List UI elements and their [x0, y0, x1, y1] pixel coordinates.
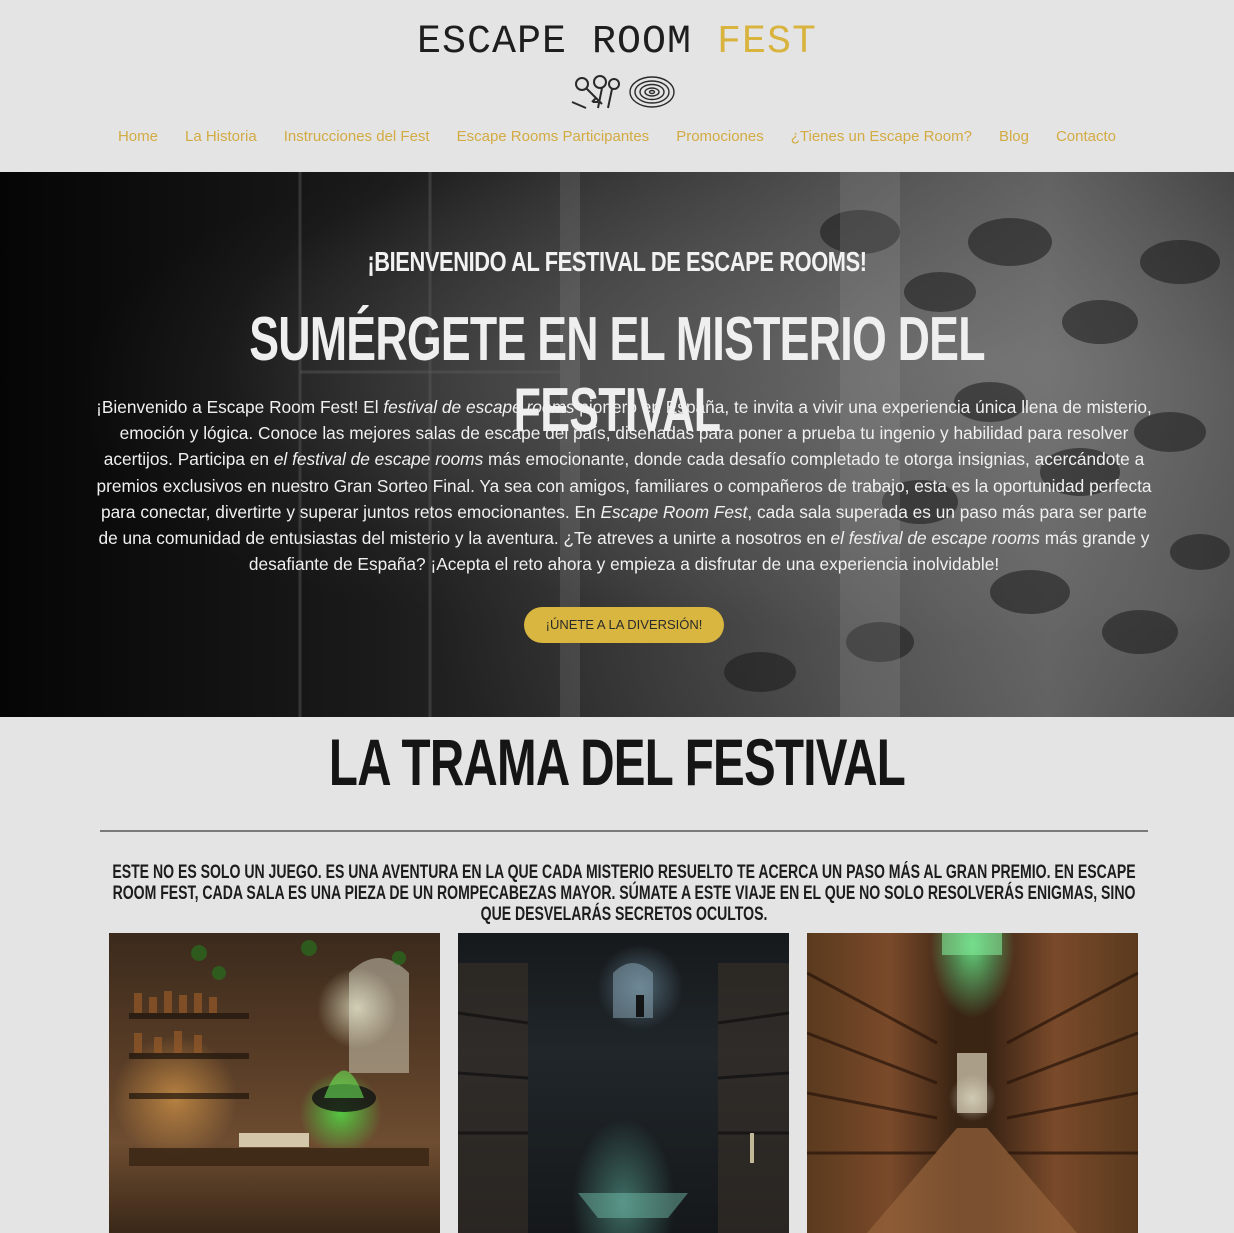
nav-item-escape-rooms-participantes[interactable]: Escape Rooms Participantes [457, 128, 650, 145]
trama-title: LA TRAMA DEL FESTIVAL [328, 725, 906, 799]
nav-item-blog[interactable]: Blog [999, 128, 1029, 145]
hero-paragraph: ¡Bienvenido a Escape Room Fest! El festi… [96, 394, 1152, 577]
keys-fingerprint-icon [571, 75, 675, 109]
dark-library-image[interactable] [458, 933, 789, 1233]
hero-text-run: festival de escape rooms [383, 397, 575, 417]
hero-section: ¡BIENVENIDO AL FESTIVAL DE ESCAPE ROOMS!… [0, 172, 1234, 717]
grand-library-illustration [807, 933, 1138, 1233]
section-divider [100, 830, 1148, 832]
alchemist-lab-illustration [129, 940, 429, 1166]
trama-subtitle: Este no es solo un juego. Es una aventur… [112, 862, 1135, 925]
main-nav: Home La Historia Instrucciones del Fest … [0, 128, 1234, 145]
hero-text-run: el festival de escape rooms [830, 528, 1040, 549]
trama-subtitle-text: Este no es solo un juego. Es una aventur… [112, 862, 1136, 925]
logo-word-fest: FEST [717, 20, 818, 65]
hero-text-run: el festival de escape rooms [273, 449, 484, 470]
hero-text-run: Escape Room Fest [600, 501, 748, 522]
site-logo[interactable]: ESCAPE ROOM FEST [0, 20, 1234, 65]
hero-kicker: ¡BIENVENIDO AL FESTIVAL DE ESCAPE ROOMS! [367, 246, 867, 277]
nav-item-home[interactable]: Home [118, 128, 158, 145]
site-header: ESCAPE ROOM FEST Home La Historia Instru… [0, 0, 1234, 172]
nav-item-promociones[interactable]: Promociones [676, 128, 764, 145]
grand-library-image[interactable] [807, 933, 1138, 1233]
dark-library-illustration [458, 963, 789, 1233]
nav-item-contacto[interactable]: Contacto [1056, 128, 1116, 145]
hero-text-run: ¡Bienvenido a Escape Room Fest! El [96, 397, 384, 417]
join-fun-button[interactable]: ¡ÚNETE A LA DIVERSIÓN! [524, 607, 724, 643]
logo-word-escape-room: ESCAPE ROOM [416, 20, 692, 65]
nav-item-tienes-escape-room[interactable]: ¿Tienes un Escape Room? [791, 128, 972, 145]
nav-item-la-historia[interactable]: La Historia [185, 128, 257, 145]
nav-item-instrucciones[interactable]: Instrucciones del Fest [284, 128, 430, 145]
alchemist-lab-image[interactable] [109, 933, 440, 1233]
